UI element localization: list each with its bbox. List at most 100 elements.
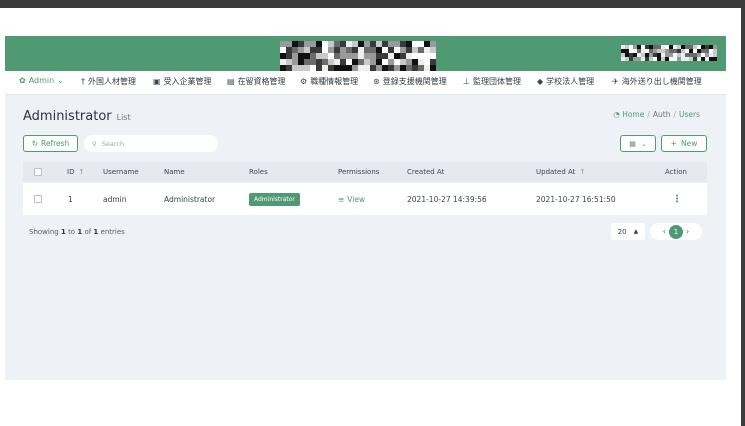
cell-created-at: 2021-10-27 14:39:56 [407,194,487,204]
header-id[interactable]: ID ↑ [67,162,84,182]
breadcrumb-home-label: Home [622,110,645,119]
pagination-summary: Showing 1 to 1 of 1 entries [29,228,125,236]
table-header: ID ↑ Username Name Roles Permissions Crea… [23,162,707,182]
permissions-view-link[interactable]: ≡ View [338,183,365,215]
next-page-icon[interactable]: › [686,227,689,236]
table-row: 1 admin Administrator Administrator ≡ Vie… [23,183,707,215]
summary-to: 1 [77,228,83,236]
header-id-label: ID [67,168,75,176]
prev-page-icon[interactable]: ‹ [663,227,666,236]
header-created-at: Created At [407,168,445,176]
nav-item-host-company[interactable]: ▣ 受入企業管理 [153,76,212,87]
nav-item-foreign-talent[interactable]: † 外国人材管理 [81,76,136,87]
breadcrumb: ◔ Home / Auth / Users [613,110,700,119]
header-updated-at[interactable]: Updated At ↑ [536,162,585,182]
per-page-select[interactable]: 20 ▲ [611,223,645,240]
header-updated-at-label: Updated At [536,168,576,176]
building-icon: ▣ [153,77,161,86]
breadcrumb-home[interactable]: ◔ Home [613,110,644,119]
page-subtitle: List [116,113,131,122]
summary-of-word: of [84,228,92,236]
search-placeholder: Search [101,139,125,148]
page-current[interactable]: 1 [669,224,683,239]
id-card-icon: ▤ [227,77,235,86]
nav-item-school-corp[interactable]: ◆ 学校法人管理 [537,76,594,87]
graduation-cap-icon: ◆ [537,77,544,86]
more-actions-icon[interactable]: ⋮ [672,194,682,205]
list-icon: ≡ [338,194,345,204]
new-label: New [680,139,698,148]
summary-total: 1 [93,228,99,236]
nav-item-label: 外国人材管理 [88,77,136,86]
nav-item-label: 受入企業管理 [163,77,212,86]
summary-to-word: to [68,228,76,236]
summary-prefix: Showing [29,228,59,236]
summary-from: 1 [60,228,66,236]
row-checkbox[interactable] [34,195,42,203]
window-right-edge [741,0,745,426]
plane-icon: ✈ [612,77,619,86]
header-username: Username [103,168,139,176]
select-all-checkbox[interactable] [34,168,42,176]
page-title-text: Administrator [23,109,112,124]
chevron-down-icon: ⌄ [640,139,647,148]
breadcrumb-separator: / [673,110,676,119]
dashboard-icon: ◔ [613,110,620,119]
nav-item-support-org[interactable]: ⊛ 登録支援機関管理 [373,76,447,87]
cogs-icon: ⚙ [300,77,308,86]
role-badge: Administrator [249,192,300,206]
plus-icon: + [670,139,677,148]
header-roles: Roles [249,168,268,176]
breadcrumb-separator: / [647,110,650,119]
handshake-icon: ⊛ [373,77,380,86]
window-top-bar [0,0,745,8]
refresh-label: Refresh [40,139,70,148]
cell-username: admin [103,194,127,204]
pixelated-user-info[interactable] [621,45,717,61]
nav-item-label: 学校法人管理 [546,77,595,86]
header-permissions: Permissions [338,168,380,176]
top-navigation: ✿ Admin ⌄ † 外国人材管理 ▣ 受入企業管理 ▤ 在留資格管理 ⚙ 職… [5,71,726,95]
column-selector-button[interactable]: ▦ ⌄ [620,135,656,152]
nav-item-residence-status[interactable]: ▤ 在留資格管理 [227,76,286,87]
cell-id: 1 [68,194,73,204]
search-icon: ⚲ [92,139,97,148]
chevron-up-icon: ▲ [633,228,639,235]
row-action-cell: ⋮ [672,183,682,215]
refresh-icon: ↻ [31,139,38,148]
admin-app: ✿ Admin ⌄ † 外国人材管理 ▣ 受入企業管理 ▤ 在留資格管理 ⚙ 職… [5,36,726,380]
cell-updated-at: 2021-10-27 16:51:50 [536,194,616,204]
sitemap-icon: ⊥ [463,77,470,86]
breadcrumb-users[interactable]: Users [679,110,700,119]
nav-item-label: Admin [28,76,55,85]
header-name: Name [164,168,185,176]
nav-item-label: 監理団体管理 [472,77,521,86]
nav-item-label: 登録支援機関管理 [382,77,447,86]
sort-icon: ↑ [78,168,85,176]
refresh-button[interactable]: ↻ Refresh [23,135,78,152]
nav-item-label: 海外送り出し機関管理 [621,77,702,86]
summary-entries-word: entries [100,228,125,236]
select-all-cell [34,162,42,182]
nav-item-admin[interactable]: ✿ Admin ⌄ [19,76,64,85]
header-bar [5,36,726,77]
chevron-down-icon: ⌄ [57,76,64,85]
table-columns-icon: ▦ [629,139,636,148]
pagination: ‹ 1 › [650,223,702,240]
nav-item-job-info[interactable]: ⚙ 職種情報管理 [300,76,358,87]
permissions-view-label: View [347,194,366,204]
nav-item-label: 職種情報管理 [310,77,359,86]
per-page-value: 20 [617,227,627,236]
person-icon: † [81,77,85,86]
nav-item-label: 在留資格管理 [237,77,286,86]
new-button[interactable]: + New [661,135,707,152]
cell-roles: Administrator [249,183,300,215]
page-title: Administrator List [23,109,131,124]
nav-item-overseas-agency[interactable]: ✈ 海外送り出し機関管理 [612,76,702,87]
palette-icon: ✿ [19,76,26,85]
row-select-cell [34,183,42,215]
sort-icon: ↑ [579,168,586,176]
breadcrumb-auth: Auth [652,110,671,119]
search-input[interactable]: ⚲ Search [84,135,218,152]
nav-item-supervising-org[interactable]: ⊥ 監理団体管理 [463,76,521,87]
